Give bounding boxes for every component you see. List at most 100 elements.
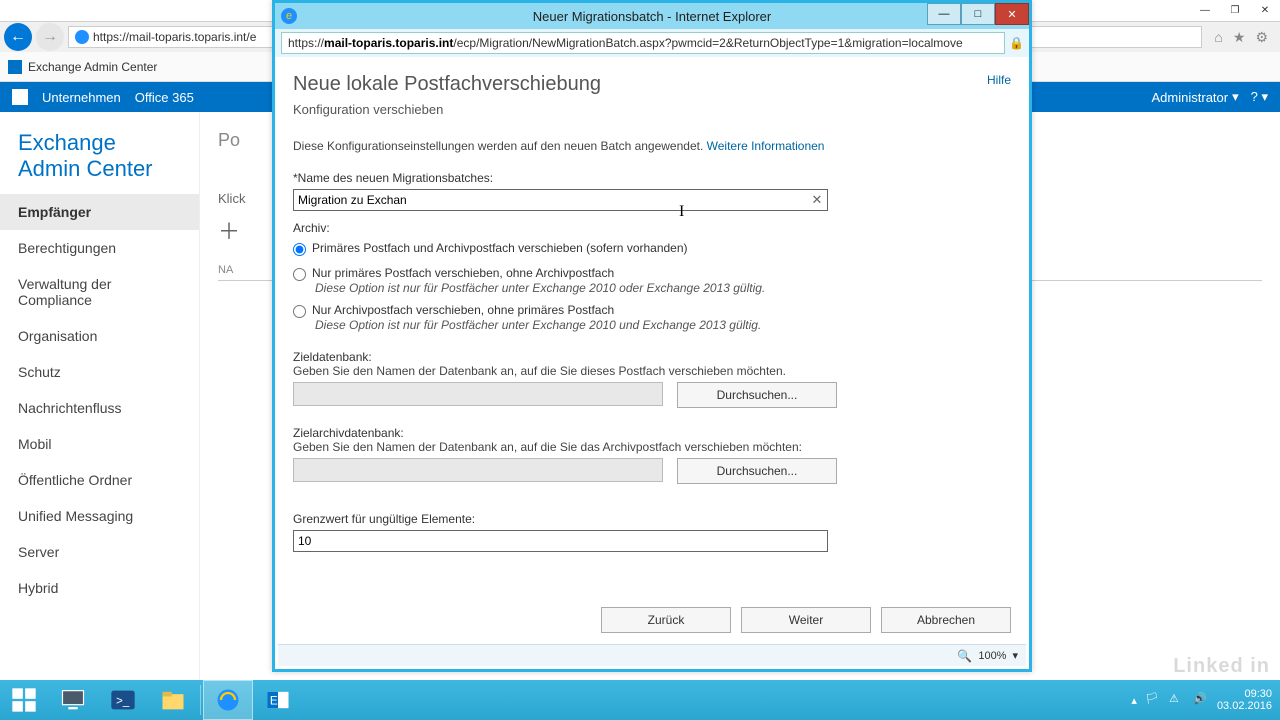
clock-date: 03.02.2016 — [1217, 700, 1272, 712]
browser-tab[interactable]: Exchange Admin Center — [8, 60, 157, 74]
tab-favicon-icon — [8, 60, 22, 74]
target-db-input — [293, 382, 663, 406]
radio-primary-and-archive-label: Primäres Postfach und Archivpostfach ver… — [312, 241, 688, 255]
eac-sidebar: Exchange Admin Center Empfänger Berechti… — [0, 112, 200, 720]
radio-archive-only[interactable] — [293, 305, 306, 318]
zoom-dropdown-icon[interactable]: ▾ — [1012, 649, 1018, 662]
popup-maximize-button[interactable]: □ — [961, 3, 995, 25]
taskbar-clock[interactable]: 09:30 03.02.2016 — [1217, 688, 1272, 712]
radio-primary-only-note: Diese Option ist nur für Postfächer unte… — [315, 281, 1011, 295]
archive-db-label: Zielarchivdatenbank: — [293, 426, 1011, 440]
clock-time: 09:30 — [1217, 688, 1272, 700]
sidebar-item-nachrichtenfluss[interactable]: Nachrichtenfluss — [0, 390, 199, 426]
eac-title: Exchange Admin Center — [0, 112, 199, 194]
sidebar-item-berechtigungen[interactable]: Berechtigungen — [0, 230, 199, 266]
tab-title: Exchange Admin Center — [28, 60, 157, 74]
radio-primary-only-label: Nur primäres Postfach verschieben, ohne … — [312, 266, 614, 280]
main-minimize-button[interactable]: — — [1190, 1, 1220, 21]
help-menu[interactable]: ? ▾ — [1251, 89, 1268, 105]
target-db-hint: Geben Sie den Namen der Datenbank an, au… — [293, 364, 1011, 378]
page-heading: Neue lokale Postfachverschiebung — [293, 73, 1011, 96]
url-scheme: https:// — [288, 36, 324, 50]
powershell-icon[interactable]: >_ — [98, 680, 148, 720]
sidebar-item-compliance[interactable]: Verwaltung der Compliance — [0, 266, 199, 318]
file-explorer-icon[interactable] — [148, 680, 198, 720]
watermark: Linked in — [1173, 655, 1270, 678]
dialog-button-row: Zurück Weiter Abbrechen — [601, 607, 1011, 633]
ie-favicon-icon — [75, 30, 89, 44]
target-db-browse-button[interactable]: Durchsuchen... — [677, 382, 837, 408]
archive-label: Archiv: — [293, 221, 1011, 235]
back-button[interactable]: Zurück — [601, 607, 731, 633]
description-text: Diese Konfigurationseinstellungen werden… — [293, 139, 1011, 153]
network-warning-icon[interactable]: ⚠ — [1169, 692, 1185, 708]
url-path: /ecp/Migration/NewMigrationBatch.aspx?pw… — [453, 36, 962, 50]
start-button[interactable] — [0, 680, 48, 720]
main-restore-button[interactable]: ❐ — [1220, 1, 1250, 21]
nav-back-button[interactable]: ← — [4, 23, 32, 51]
target-db-label: Zieldatenbank: — [293, 350, 1011, 364]
sidebar-item-schutz[interactable]: Schutz — [0, 354, 199, 390]
app-launcher-icon[interactable] — [12, 89, 28, 105]
bad-items-label: Grenzwert für ungültige Elemente: — [293, 512, 1011, 526]
archive-radio-group: Primäres Postfach und Archivpostfach ver… — [293, 241, 1011, 332]
zoom-icon[interactable]: 🔍 — [957, 649, 972, 663]
help-link[interactable]: Hilfe — [987, 73, 1011, 87]
popup-title: Neuer Migrationsbatch - Internet Explore… — [533, 9, 771, 24]
archive-db-browse-button[interactable]: Durchsuchen... — [677, 458, 837, 484]
radio-archive-only-label: Nur Archivpostfach verschieben, ohne pri… — [312, 303, 614, 317]
radio-primary-only[interactable] — [293, 268, 306, 281]
popup-status-bar: 🔍 100% ▾ — [278, 644, 1026, 666]
sound-icon[interactable]: 🔊 — [1193, 692, 1209, 708]
taskbar-outlook-button[interactable]: E — [253, 680, 303, 720]
svg-text:E: E — [270, 695, 278, 708]
ie-icon: e — [281, 8, 297, 24]
more-info-link[interactable]: Weitere Informationen — [707, 139, 825, 153]
home-icon[interactable]: ⌂ — [1214, 29, 1222, 46]
main-toolbar-icons: ⌂ ★ ⚙ — [1206, 29, 1276, 46]
zoom-level: 100% — [978, 650, 1006, 662]
sidebar-item-empfaenger[interactable]: Empfänger — [0, 194, 199, 230]
svg-text:>_: >_ — [116, 695, 130, 708]
main-url-text: https://mail-toparis.toparis.int/e — [93, 30, 256, 44]
page-subheading: Konfiguration verschieben — [293, 102, 1011, 117]
migration-popup-window: e Neuer Migrationsbatch - Internet Explo… — [272, 0, 1032, 672]
url-host: mail-toparis.toparis.int — [324, 36, 453, 50]
main-close-button[interactable]: ✕ — [1250, 1, 1280, 21]
radio-primary-and-archive[interactable] — [293, 243, 306, 256]
admin-menu[interactable]: Administrator ▾ — [1152, 89, 1239, 105]
archive-db-hint: Geben Sie den Namen der Datenbank an, au… — [293, 440, 1011, 454]
batch-name-label: *Name des neuen Migrationsbatches: — [293, 171, 1011, 185]
popup-url-field[interactable]: https://mail-toparis.toparis.int/ecp/Mig… — [281, 32, 1005, 54]
tray-chevron-icon[interactable]: ▴ — [1131, 694, 1137, 707]
popup-minimize-button[interactable]: — — [927, 3, 961, 25]
tools-icon[interactable]: ⚙ — [1255, 29, 1268, 46]
taskbar: >_ E ▴ 🏳 ⚠ 🔊 09:30 03.02.2016 — [0, 680, 1280, 720]
clear-input-icon[interactable]: ✕ — [809, 192, 825, 208]
popup-body: Hilfe Neue lokale Postfachverschiebung K… — [275, 57, 1029, 643]
popup-close-button[interactable]: ✕ — [995, 3, 1029, 25]
chevron-down-icon: ▾ — [1232, 89, 1239, 105]
next-button[interactable]: Weiter — [741, 607, 871, 633]
archive-db-input — [293, 458, 663, 482]
sidebar-item-server[interactable]: Server — [0, 534, 199, 570]
taskbar-ie-button[interactable] — [203, 680, 253, 720]
company-link[interactable]: Unternehmen — [42, 90, 121, 105]
popup-titlebar[interactable]: e Neuer Migrationsbatch - Internet Explo… — [275, 3, 1029, 29]
favorites-icon[interactable]: ★ — [1233, 29, 1246, 46]
popup-address-bar: https://mail-toparis.toparis.int/ecp/Mig… — [275, 29, 1029, 57]
cancel-button[interactable]: Abbrechen — [881, 607, 1011, 633]
bad-items-input[interactable] — [293, 530, 828, 552]
sidebar-item-oeffentliche-ordner[interactable]: Öffentliche Ordner — [0, 462, 199, 498]
sidebar-item-organisation[interactable]: Organisation — [0, 318, 199, 354]
office365-link[interactable]: Office 365 — [135, 90, 194, 105]
batch-name-input[interactable] — [293, 189, 828, 211]
server-manager-icon[interactable] — [48, 680, 98, 720]
sidebar-item-unified-messaging[interactable]: Unified Messaging — [0, 498, 199, 534]
system-tray: ▴ 🏳 ⚠ 🔊 09:30 03.02.2016 — [1131, 688, 1280, 712]
lock-icon: 🔒 — [1009, 36, 1023, 50]
sidebar-item-mobil[interactable]: Mobil — [0, 426, 199, 462]
sidebar-item-hybrid[interactable]: Hybrid — [0, 570, 199, 606]
nav-forward-button: → — [36, 23, 64, 51]
action-center-icon[interactable]: 🏳 — [1145, 692, 1161, 708]
